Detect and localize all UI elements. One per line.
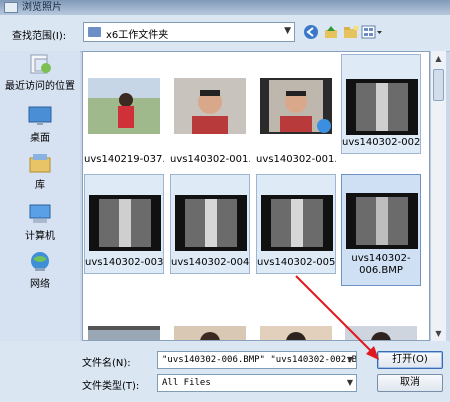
scrollbar-thumb[interactable] — [433, 69, 444, 101]
file-item[interactable]: uvs140302-003... — [84, 174, 164, 274]
place-recent[interactable]: 最近访问的位置 — [0, 53, 80, 92]
thumbnail — [88, 326, 160, 340]
place-libraries[interactable]: 库 — [0, 152, 80, 191]
file-item[interactable]: uvs140219-037... — [84, 72, 164, 172]
chevron-down-icon[interactable]: ▼ — [347, 352, 353, 368]
places-bar: 最近访问的位置 桌面 库 计算机 网络 — [0, 51, 80, 341]
libraries-icon — [27, 152, 53, 174]
filetype-label: 文件类型(T): — [82, 381, 140, 392]
chevron-down-icon[interactable]: ▼ — [347, 375, 353, 391]
thumbnail — [174, 326, 246, 340]
thumbnail — [174, 78, 246, 134]
place-network[interactable]: 网络 — [0, 251, 80, 290]
file-item[interactable]: uvs140302-001... — [256, 72, 336, 172]
file-item-focused[interactable]: uvs140302-006.BMP — [341, 174, 421, 286]
file-item[interactable] — [256, 320, 336, 340]
bottom-panel: 文件名(N): "uvs140302-006.BMP" "uvs140302-0… — [0, 341, 450, 402]
file-name: uvs140302-001... — [256, 154, 336, 165]
file-list-view[interactable]: uvs140219-037... uvs140302-001... uvs140… — [82, 51, 430, 341]
view-menu-icon[interactable] — [361, 24, 383, 40]
thumbnail — [261, 195, 333, 251]
file-name: uvs140302-002... — [342, 137, 420, 148]
place-label: 最近访问的位置 — [5, 81, 75, 92]
thumbnail — [346, 193, 418, 249]
scroll-up-icon[interactable]: ▲ — [431, 51, 446, 66]
file-item[interactable]: uvs140302-001... — [170, 72, 250, 172]
back-icon[interactable] — [303, 24, 319, 40]
thumbnail — [346, 79, 418, 135]
open-button[interactable]: 打开(O) — [377, 351, 443, 369]
file-item[interactable] — [341, 320, 421, 340]
place-computer[interactable]: 计算机 — [0, 203, 80, 242]
filename-label: 文件名(N): — [82, 358, 131, 369]
chevron-down-icon[interactable]: ▼ — [284, 26, 291, 36]
place-label: 网络 — [30, 279, 50, 290]
window-title: 浏览照片 — [22, 2, 62, 13]
file-name: uvs140302-001... — [170, 154, 250, 165]
title-bar: 浏览照片 — [0, 0, 450, 15]
computer-icon — [27, 203, 53, 225]
file-name: uvs140302-003... — [85, 257, 163, 268]
look-in-combobox[interactable]: x6工作文件夹 ▼ — [83, 22, 295, 42]
file-item[interactable]: uvs140302-002... — [341, 54, 421, 154]
thumbnail — [89, 195, 161, 251]
file-name: uvs140302-006.BMP — [351, 253, 411, 276]
place-label: 桌面 — [30, 133, 50, 144]
file-item[interactable] — [84, 320, 164, 340]
filename-input[interactable]: "uvs140302-006.BMP" "uvs140302-002.BM ▼ — [157, 351, 357, 369]
cancel-button[interactable]: 取消 — [377, 374, 443, 392]
look-in-value: x6工作文件夹 — [106, 30, 169, 41]
new-folder-icon[interactable] — [343, 24, 359, 40]
scroll-down-icon[interactable]: ▼ — [431, 326, 446, 341]
toolbar: 查找范围(I): x6工作文件夹 ▼ — [0, 15, 450, 52]
file-item[interactable]: uvs140302-004... — [170, 174, 250, 274]
thumbnail — [345, 326, 417, 340]
thumbnail — [260, 78, 332, 134]
up-folder-icon[interactable] — [323, 24, 339, 40]
window-icon — [4, 2, 18, 13]
file-name: uvs140302-005... — [257, 257, 335, 268]
file-item[interactable]: uvs140302-005... — [256, 174, 336, 274]
thumbnail — [175, 195, 247, 251]
thumbnail — [260, 326, 332, 340]
browse-photos-dialog: 浏览照片 查找范围(I): x6工作文件夹 ▼ 最近访问的位置 桌面 库 计算机… — [0, 0, 450, 402]
thumbnail — [88, 78, 160, 134]
file-item[interactable] — [170, 320, 250, 340]
recent-places-icon — [27, 53, 53, 75]
place-desktop[interactable]: 桌面 — [0, 105, 80, 144]
filetype-select[interactable]: All Files ▼ — [157, 374, 357, 392]
filename-value: "uvs140302-006.BMP" "uvs140302-002.BM — [162, 355, 357, 365]
look-in-label: 查找范围(I): — [12, 31, 67, 42]
network-icon — [27, 251, 53, 273]
folder-icon — [88, 27, 101, 37]
file-name: uvs140302-004... — [171, 257, 249, 268]
place-label: 库 — [35, 180, 45, 191]
filetype-value: All Files — [162, 378, 211, 388]
vertical-scrollbar[interactable]: ▲ ▼ — [430, 51, 446, 341]
place-label: 计算机 — [25, 231, 55, 242]
file-name: uvs140219-037... — [84, 154, 164, 165]
desktop-icon — [27, 105, 53, 127]
